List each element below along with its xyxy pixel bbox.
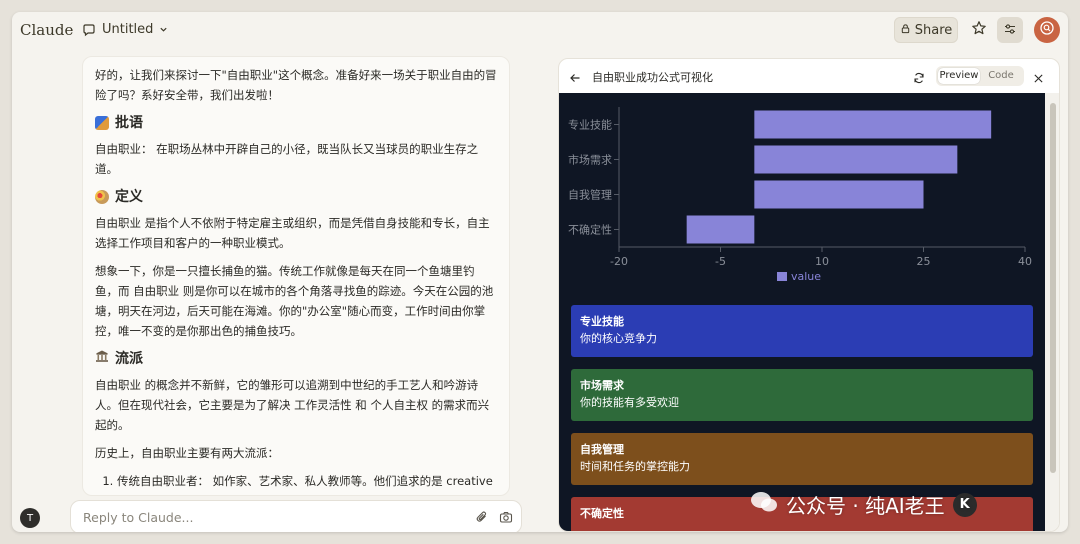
chat-title: Untitled <box>102 22 154 37</box>
x-tick-label: -20 <box>610 255 628 268</box>
preview-code-toggle[interactable]: Preview Code <box>936 66 1024 86</box>
card-subtitle: 你的技能有多受欢迎 <box>580 396 679 409</box>
palette-icon <box>95 190 109 204</box>
artifact-title: 自由职业成功公式可视化 <box>592 71 713 84</box>
card-title: 自我管理 <box>580 443 624 456</box>
refresh-icon[interactable] <box>913 69 925 88</box>
list-item: 传统自由职业者： 如作家、艺术家、私人教师等。他们追求的是 creative f… <box>117 471 497 495</box>
sliders-icon <box>1003 21 1017 40</box>
card-title: 市场需求 <box>580 379 624 392</box>
scrollbar-thumb[interactable] <box>1050 103 1056 473</box>
y-tick-label: 市场需求 <box>568 153 612 167</box>
section-paragraph: 想象一下，你是一只擅长捕鱼的猫。传统工作就像是每天在同一个鱼塘里钓鱼，而 自由职… <box>95 264 494 338</box>
section-heading: 定义 <box>95 187 497 207</box>
artifact-panel: 自由职业成功公式可视化 Preview Code 专业技能 市场需求 自我管理 不确定… <box>558 58 1060 532</box>
watermark-text: 公众号 · 纯AI老王 <box>786 494 945 518</box>
reply-placeholder: Reply to Claude... <box>83 509 194 525</box>
x-tick-label: -5 <box>715 255 726 268</box>
section-paragraph: 自由职业： 在职场丛林中开辟自己的小径，既当队长又当球员的职业生存之道。 <box>95 142 479 176</box>
wechat-icon <box>750 490 778 519</box>
search-circle-icon <box>1039 20 1055 40</box>
star-icon <box>971 20 987 40</box>
app-window: Claude Untitled Share 好的，让我们来探讨一下"自由职业"这… <box>12 12 1068 532</box>
x-tick-label: 25 <box>917 255 931 268</box>
back-arrow-icon[interactable] <box>569 69 581 88</box>
chat-title-button[interactable]: Untitled <box>82 22 168 37</box>
x-tick-label: 40 <box>1018 255 1032 268</box>
x-tick-label: 10 <box>815 255 829 268</box>
star-button[interactable] <box>968 19 990 41</box>
y-tick-label: 不确定性 <box>568 223 612 237</box>
chevron-down-icon <box>159 25 168 34</box>
assistant-message: 好的，让我们来探讨一下"自由职业"这个概念。准备好来一场关于职业自由的冒险了吗？… <box>82 56 510 496</box>
section-paragraph: 自由职业 是指个人不依附于特定雇主或组织，而是凭借自身技能和专长，自主选择工作项… <box>95 216 490 250</box>
section-paragraph: 自由职业 的概念并不新鲜，它的雏形可以追溯到中世纪的手工艺人和吟游诗人。但在现代… <box>95 378 490 432</box>
ordered-list: 传统自由职业者： 如作家、艺术家、私人教师等。他们追求的是 creative f… <box>95 471 497 495</box>
settings-button[interactable] <box>997 17 1023 43</box>
bar <box>686 215 755 244</box>
account-avatar[interactable] <box>1034 17 1060 43</box>
artifact-header: 自由职业成功公式可视化 Preview Code <box>559 59 1059 93</box>
tab-preview[interactable]: Preview <box>938 68 980 84</box>
paperclip-icon[interactable] <box>475 510 489 527</box>
card-title: 专业技能 <box>580 315 624 328</box>
factor-card: 专业技能 你的核心竞争力 <box>571 305 1033 357</box>
artifact-preview: 专业技能 市场需求 自我管理 不确定性 -20 -5 10 25 40 value 专业技能 你的… <box>559 93 1045 531</box>
factor-card: 市场需求 你的技能有多受欢迎 <box>571 369 1033 421</box>
legend-label: value <box>791 270 821 283</box>
lock-icon <box>900 23 911 38</box>
section-heading: 批语 <box>95 113 497 133</box>
artifact-scrollbar[interactable] <box>1045 93 1059 531</box>
bar <box>754 110 992 139</box>
chat-bubble-icon <box>82 23 96 37</box>
factor-card: 自我管理 时间和任务的掌控能力 <box>571 433 1033 485</box>
watermark: 公众号 · 纯AI老王 K <box>750 490 977 519</box>
bar <box>754 180 924 209</box>
card-subtitle: 时间和任务的掌控能力 <box>580 460 690 473</box>
card-subtitle: 你的核心竞争力 <box>580 332 657 345</box>
share-button[interactable]: Share <box>894 17 958 43</box>
section-paragraph: 历史上，自由职业主要有两大流派： <box>95 446 279 460</box>
theater-icon <box>95 116 109 130</box>
top-bar: Claude Untitled Share <box>12 12 1068 50</box>
camera-icon[interactable] <box>499 510 513 527</box>
y-tick-label: 自我管理 <box>568 188 612 202</box>
y-tick-label: 专业技能 <box>568 118 612 132</box>
bar <box>754 145 958 174</box>
watermark-logo: K <box>952 492 977 517</box>
reply-input[interactable]: Reply to Claude... <box>70 500 522 532</box>
tab-code[interactable]: Code <box>980 68 1022 84</box>
share-label: Share <box>914 22 953 38</box>
classical-building-icon <box>95 349 109 369</box>
bar-chart: 专业技能市场需求自我管理不确定性 -20 -5 10 25 40 value <box>568 107 1032 283</box>
user-avatar[interactable]: T <box>20 508 40 528</box>
legend-swatch <box>777 272 787 281</box>
section-heading: 流派 <box>95 349 497 369</box>
close-icon[interactable] <box>1033 69 1044 88</box>
brand-logo[interactable]: Claude <box>20 21 73 39</box>
message-intro: 好的，让我们来探讨一下"自由职业"这个概念。准备好来一场关于职业自由的冒险了吗？… <box>95 68 497 102</box>
